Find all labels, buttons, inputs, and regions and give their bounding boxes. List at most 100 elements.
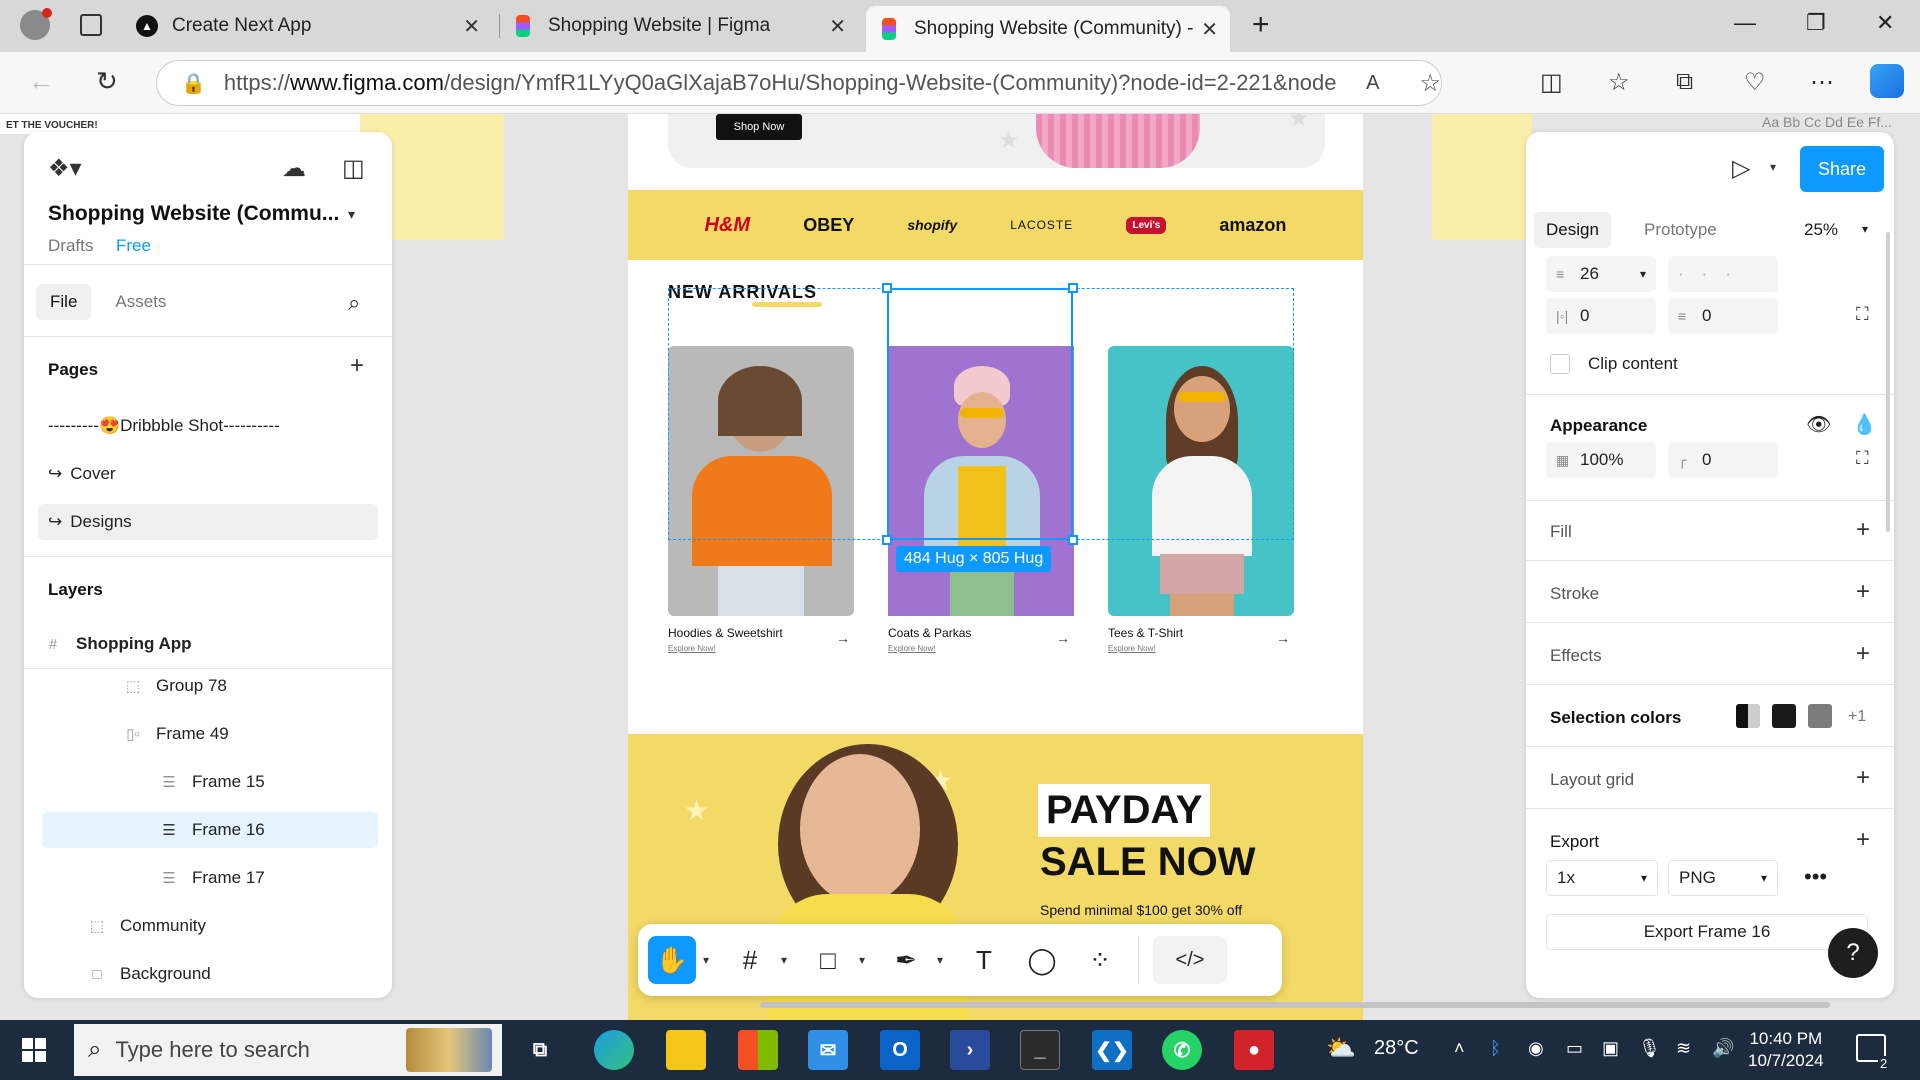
clip-content-checkbox[interactable] [1550, 354, 1570, 374]
tab-shopping-website-figma[interactable]: Shopping Website | Figma ✕ [512, 6, 858, 46]
dev-mode-icon[interactable]: </> [1153, 936, 1227, 984]
bluetooth-icon[interactable]: ᛒ [1490, 1038, 1501, 1059]
minimize-icon[interactable]: — [1734, 10, 1756, 36]
layer-frame-15[interactable]: ☰ Frame 15 [42, 764, 378, 800]
add-effect-icon[interactable]: + [1856, 640, 1870, 668]
outlook-icon[interactable]: O [880, 1030, 920, 1070]
horizontal-scrollbar[interactable] [760, 1002, 1830, 1008]
powershell-icon[interactable]: › [950, 1030, 990, 1070]
microphone-icon[interactable]: 🎙 [1638, 1038, 1661, 1059]
camera-icon[interactable]: ◉ [1528, 1038, 1544, 1059]
restore-icon[interactable]: ❐ [1806, 10, 1826, 36]
close-tab-icon[interactable]: ✕ [463, 14, 480, 39]
text-tool-icon[interactable]: T [960, 936, 1008, 984]
selection-color-swatch-black[interactable] [1772, 704, 1796, 728]
share-button[interactable]: Share [1800, 146, 1884, 192]
edge-icon[interactable] [594, 1030, 634, 1070]
tab-shopping-website-community[interactable]: Shopping Website (Community) - ✕ [866, 6, 1230, 52]
drafts-link[interactable]: Drafts [48, 236, 93, 256]
opacity-field[interactable]: ▦ 100% [1546, 442, 1656, 478]
chevron-down-icon[interactable]: ▾ [1640, 267, 1646, 281]
battery-icon[interactable]: ▭ [1566, 1038, 1583, 1059]
blend-mode-icon[interactable]: 💧 [1852, 412, 1877, 437]
gap-field[interactable]: ≡ 26 ▾ [1546, 256, 1656, 292]
mail-icon[interactable]: ✉ [808, 1030, 848, 1070]
vertical-padding-field[interactable]: ≡ 0 [1668, 298, 1778, 334]
right-panel-scrollbar[interactable] [1886, 232, 1890, 532]
back-icon[interactable]: ← [28, 66, 54, 97]
arrow-right-icon[interactable]: → [1276, 630, 1290, 646]
layer-shopping-app[interactable]: # Shopping App [42, 626, 378, 662]
horizontal-padding-field[interactable]: |◦| 0 [1546, 298, 1656, 334]
selection-color-swatch-gray[interactable] [1808, 704, 1832, 728]
split-screen-icon[interactable]: ◫ [1540, 68, 1563, 97]
cloud-save-icon[interactable]: ☁ [282, 154, 306, 183]
vscode-icon[interactable]: ❮❯ [1092, 1030, 1132, 1070]
chevron-down-icon[interactable]: ▾ [1770, 160, 1776, 174]
favorites-icon[interactable]: ☆ [1608, 68, 1630, 97]
add-layout-grid-icon[interactable]: + [1856, 764, 1870, 792]
url-field[interactable]: 🔒 https://www.figma.com/design/YmfR1LYyQ… [156, 60, 1442, 106]
shop-now-button[interactable]: Shop Now [716, 114, 802, 140]
new-tab-button[interactable]: + [1252, 8, 1270, 42]
page-item-cover[interactable]: ↪ Cover [38, 456, 378, 492]
resize-handle[interactable] [882, 535, 892, 545]
selection-colors-more[interactable]: +1 [1848, 708, 1866, 726]
page-item-dribbble[interactable]: ---------😍Dribbble Shot---------- [38, 408, 378, 444]
corner-radius-field[interactable]: ╭ 0 [1668, 442, 1778, 478]
windows-start-icon[interactable] [22, 1038, 46, 1062]
visibility-eye-icon[interactable]: 👁 [1806, 412, 1831, 437]
arrow-right-icon[interactable]: → [836, 630, 850, 646]
export-button[interactable]: Export Frame 16 [1546, 914, 1868, 950]
reload-icon[interactable]: ↻ [96, 66, 118, 97]
add-export-icon[interactable]: + [1856, 826, 1870, 854]
display-icon[interactable]: ▣ [1602, 1038, 1619, 1059]
copilot-icon[interactable] [1870, 64, 1904, 98]
add-fill-icon[interactable]: + [1856, 516, 1870, 544]
file-explorer-icon[interactable] [666, 1030, 706, 1070]
tab-prototype[interactable]: Prototype [1632, 212, 1729, 248]
favorite-star-icon[interactable]: ☆ [1419, 69, 1441, 98]
terminal-icon[interactable]: _ [1020, 1030, 1060, 1070]
layer-group-78[interactable]: ⬚ Group 78 [42, 668, 378, 704]
product-card-coats[interactable]: Coats & Parkas Explore Now! → [888, 346, 1074, 653]
layer-frame-17[interactable]: ☰ Frame 17 [42, 860, 378, 896]
weather-icon[interactable]: ⛅ [1326, 1034, 1356, 1063]
export-options-icon[interactable]: ••• [1804, 864, 1827, 890]
browser-essentials-icon[interactable]: ♡ [1744, 68, 1766, 97]
zoom-level[interactable]: 25% [1804, 212, 1838, 248]
close-tab-icon[interactable]: ✕ [829, 14, 846, 39]
resize-handle[interactable] [882, 283, 892, 293]
chevron-down-icon[interactable]: ▾ [930, 953, 950, 967]
more-options-icon[interactable]: ⋯ [1810, 68, 1834, 97]
explore-link[interactable]: Explore Now! [668, 644, 854, 653]
resources-tool-icon[interactable]: ⁘ [1076, 936, 1124, 984]
taskbar-search[interactable]: ⌕ Type here to search [74, 1024, 502, 1076]
selection-color-swatch-checker[interactable] [1736, 704, 1760, 728]
explore-link[interactable]: Explore Now! [888, 644, 1074, 653]
task-view-icon[interactable]: ⧉ [520, 1030, 560, 1070]
pen-tool-icon[interactable]: ✒ [882, 936, 930, 984]
layer-frame-49[interactable]: ▯▫ Frame 49 [42, 716, 378, 752]
close-tab-icon[interactable]: ✕ [1201, 17, 1218, 42]
tab-assets[interactable]: Assets [101, 284, 180, 320]
collections-icon[interactable]: ⧉ [1676, 68, 1693, 96]
resize-handle[interactable] [1068, 535, 1078, 545]
layer-community[interactable]: ⬚ Community [42, 908, 378, 944]
search-icon[interactable]: ⌕ [348, 290, 360, 316]
close-window-icon[interactable]: ✕ [1876, 10, 1894, 36]
frame-tool-icon[interactable]: # [726, 936, 774, 984]
hand-tool-icon[interactable]: ✋ [648, 936, 696, 984]
wifi-icon[interactable]: ≋ [1676, 1038, 1691, 1059]
product-card-hoodies[interactable]: Hoodies & Sweetshirt Explore Now! → [668, 346, 854, 653]
arrow-right-icon[interactable]: → [1056, 630, 1070, 646]
chevron-down-icon[interactable]: ▾ [852, 953, 872, 967]
independent-padding-icon[interactable]: ⛶ [1856, 304, 1869, 325]
rectangle-tool-icon[interactable]: □ [804, 936, 852, 984]
export-format-select[interactable]: PNG ▾ [1668, 860, 1778, 896]
toggle-panel-icon[interactable]: ◫ [342, 154, 365, 183]
chevron-up-icon[interactable]: ˄ [1454, 1038, 1465, 1059]
layer-frame-16[interactable]: ☰ Frame 16 [42, 812, 378, 848]
chevron-down-icon[interactable]: ▾ [696, 953, 716, 967]
chevron-down-icon[interactable]: ▾ [1862, 222, 1868, 236]
